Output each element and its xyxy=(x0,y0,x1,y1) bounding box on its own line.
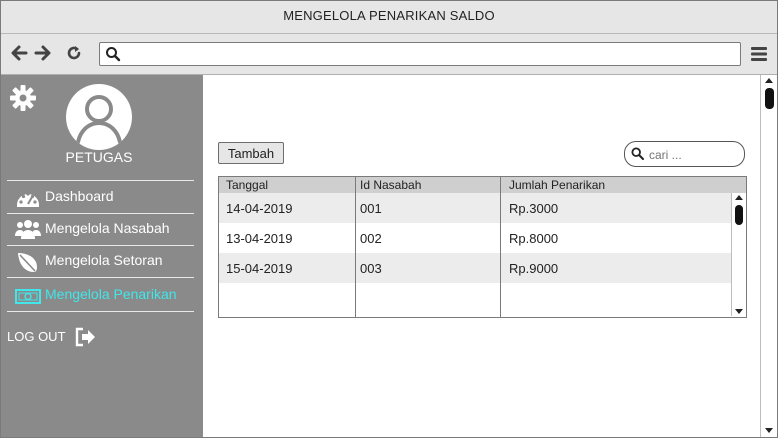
leaf-icon xyxy=(18,253,37,272)
table-scrollbar[interactable] xyxy=(731,193,746,316)
search-icon xyxy=(106,47,121,62)
sidebar-item-label: Mengelola Nasabah xyxy=(45,220,170,236)
cell-id-nasabah: 001 xyxy=(360,201,382,216)
user-role-label: PETUGAS xyxy=(65,149,133,165)
divider xyxy=(7,311,194,312)
table-row[interactable]: 13-04-2019 002 Rp.8000 xyxy=(219,223,731,253)
add-button[interactable]: Tambah xyxy=(218,142,284,164)
sidebar-item-setoran[interactable]: Mengelola Setoran xyxy=(15,248,200,274)
avatar xyxy=(66,84,132,150)
cell-id-nasabah: 002 xyxy=(360,231,382,246)
divider xyxy=(7,180,194,181)
user-avatar-icon xyxy=(76,95,122,144)
divider xyxy=(7,245,194,246)
logout-button[interactable]: LOG OUT xyxy=(7,327,107,349)
window-title: MENGELOLA PENARIKAN SALDO xyxy=(283,8,495,23)
sidebar: PETUGAS Dashboard Mengelola Nasabah Meng… xyxy=(1,75,203,437)
hamburger-menu-icon[interactable] xyxy=(750,45,768,63)
logout-icon xyxy=(75,327,95,347)
divider xyxy=(7,213,194,214)
sidebar-item-nasabah[interactable]: Mengelola Nasabah xyxy=(15,216,200,242)
column-header-id-nasabah[interactable]: Id Nasabah xyxy=(360,178,421,192)
sidebar-item-penarikan[interactable]: Mengelola Penarikan xyxy=(15,282,200,308)
column-divider xyxy=(355,177,356,317)
main-content: Tambah Tanggal Id Nasabah Jumlah Penarik… xyxy=(203,75,759,437)
browser-toolbar xyxy=(1,34,777,75)
address-bar[interactable] xyxy=(99,42,741,66)
cell-jumlah: Rp.3000 xyxy=(509,201,559,216)
browser-window: MENGELOLA PENARIKAN SALDO PETUGAS Dashbo… xyxy=(0,0,778,438)
table-row[interactable]: 15-04-2019 003 Rp.9000 xyxy=(219,253,731,283)
scroll-down-arrow-icon[interactable] xyxy=(765,428,773,433)
sidebar-item-label: Mengelola Setoran xyxy=(45,252,163,268)
logout-label: LOG OUT xyxy=(7,329,66,344)
column-header-jumlah-penarikan[interactable]: Jumlah Penarikan xyxy=(509,178,605,192)
title-bar: MENGELOLA PENARIKAN SALDO xyxy=(1,1,777,34)
cell-tanggal: 13-04-2019 xyxy=(226,231,293,246)
cell-jumlah: Rp.8000 xyxy=(509,231,559,246)
table-row[interactable] xyxy=(219,283,731,313)
cell-tanggal: 14-04-2019 xyxy=(226,201,293,216)
divider xyxy=(7,277,194,278)
cell-jumlah: Rp.9000 xyxy=(509,261,559,276)
scroll-up-arrow-icon[interactable] xyxy=(735,195,743,200)
gear-icon[interactable] xyxy=(9,84,37,112)
search-box[interactable] xyxy=(624,141,745,167)
arrow-left-icon[interactable] xyxy=(10,44,28,62)
page-scrollbar[interactable] xyxy=(760,75,777,437)
withdrawal-table: Tanggal Id Nasabah Jumlah Penarikan 14-0… xyxy=(218,176,747,318)
sidebar-item-label: Dashboard xyxy=(45,188,114,204)
scrollbar-thumb[interactable] xyxy=(735,205,743,225)
refresh-icon[interactable] xyxy=(65,44,83,62)
search-input[interactable] xyxy=(647,145,741,165)
scroll-up-arrow-icon[interactable] xyxy=(765,78,773,83)
arrow-right-icon[interactable] xyxy=(34,44,52,62)
sidebar-item-dashboard[interactable]: Dashboard xyxy=(15,184,200,210)
users-icon xyxy=(15,220,41,239)
scroll-down-arrow-icon[interactable] xyxy=(735,309,743,314)
table-header: Tanggal Id Nasabah Jumlah Penarikan xyxy=(219,177,746,193)
column-header-tanggal[interactable]: Tanggal xyxy=(226,178,268,192)
column-divider xyxy=(500,177,501,317)
sidebar-item-label: Mengelola Penarikan xyxy=(45,286,177,302)
cell-id-nasabah: 003 xyxy=(360,261,382,276)
table-row[interactable]: 14-04-2019 001 Rp.3000 xyxy=(219,193,731,223)
scrollbar-thumb[interactable] xyxy=(765,88,774,109)
search-icon xyxy=(631,147,644,160)
dashboard-gauge-icon xyxy=(17,192,39,207)
cell-tanggal: 15-04-2019 xyxy=(226,261,293,276)
url-input[interactable] xyxy=(126,44,730,64)
money-icon xyxy=(15,289,41,304)
